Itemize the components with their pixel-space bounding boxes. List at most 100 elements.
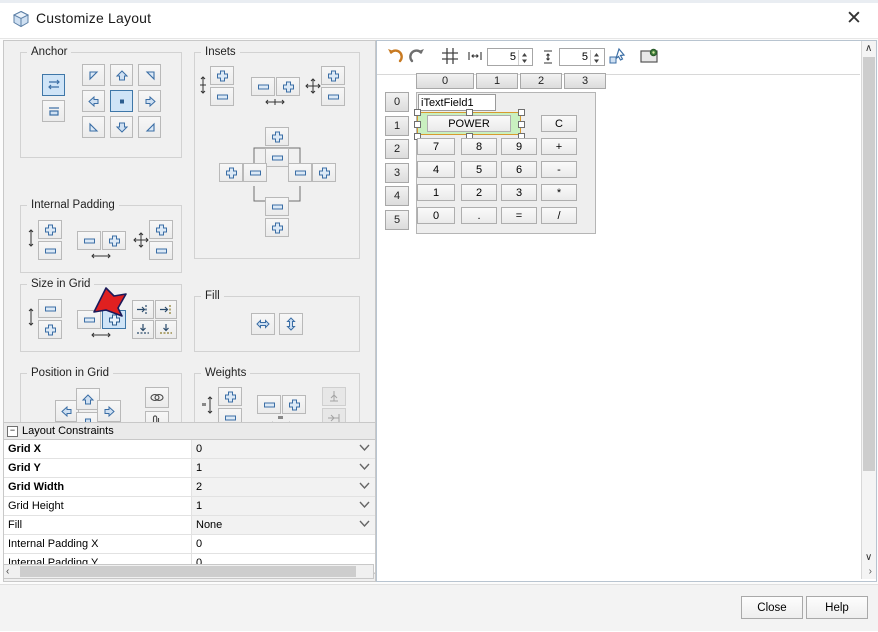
spinner-arrows[interactable]	[590, 50, 602, 65]
undo-button[interactable]	[385, 46, 405, 69]
size-height-increase-button[interactable]	[38, 320, 62, 339]
resize-handle-nw[interactable]	[414, 109, 421, 116]
ipad-y-decrease-button[interactable]	[38, 241, 62, 260]
calculator-button[interactable]: -	[541, 161, 577, 178]
calculator-button[interactable]: /	[541, 207, 577, 224]
canvas-vertical-scrollbar[interactable]: ∧ ∨	[861, 41, 876, 579]
vertical-gap-spinner[interactable]: 5	[559, 48, 605, 66]
select-mode-button[interactable]	[607, 46, 627, 69]
chevron-down-icon[interactable]	[359, 482, 370, 490]
constraint-row[interactable]: Fill None	[4, 516, 375, 535]
grid-column-header[interactable]: 2	[520, 73, 562, 89]
calculator-button[interactable]: 5	[461, 161, 497, 178]
constraint-row[interactable]: Grid X 0	[4, 440, 375, 459]
anchor-southwest-button[interactable]	[82, 116, 105, 138]
insets-vertical-decrease-button[interactable]	[210, 87, 234, 106]
anchor-south-button[interactable]	[110, 116, 133, 138]
chevron-down-icon[interactable]	[359, 444, 370, 452]
toggle-grid-button[interactable]	[440, 46, 460, 69]
preview-button[interactable]	[639, 46, 659, 69]
scroll-thumb[interactable]	[20, 566, 356, 577]
constraint-row[interactable]: Grid Y 1	[4, 459, 375, 478]
anchor-west-button[interactable]	[82, 90, 105, 112]
insets-vertical-increase-button[interactable]	[210, 66, 234, 85]
calculator-button[interactable]: =	[501, 207, 537, 224]
grid-column-header[interactable]: 3	[564, 73, 606, 89]
resize-handle-w[interactable]	[414, 121, 421, 128]
anchor-north-button[interactable]	[110, 64, 133, 86]
collapse-icon[interactable]: −	[7, 425, 18, 437]
ipad-both-decrease-button[interactable]	[149, 241, 173, 260]
chevron-down-icon[interactable]	[359, 463, 370, 471]
anchor-southeast-button[interactable]	[138, 116, 161, 138]
resize-handle-e[interactable]	[518, 121, 525, 128]
insets-left-increase-button[interactable]	[219, 163, 243, 182]
scroll-down-icon[interactable]: ∨	[865, 552, 872, 563]
anchor-northeast-button[interactable]	[138, 64, 161, 86]
insets-bottom-decrease-button[interactable]	[265, 197, 289, 216]
grid-row-header[interactable]: 2	[385, 139, 409, 159]
size-width-increase-button[interactable]	[102, 310, 126, 329]
calculator-button[interactable]: 4	[417, 161, 455, 178]
grid-row-header[interactable]: 1	[385, 115, 409, 136]
weight-y-increase-button[interactable]	[218, 387, 242, 406]
power-button[interactable]: POWER	[427, 115, 511, 132]
scroll-up-icon[interactable]: ∧	[865, 43, 872, 54]
calculator-button[interactable]: *	[541, 184, 577, 201]
ipad-x-decrease-button[interactable]	[77, 231, 101, 250]
constraint-value[interactable]: None	[192, 516, 375, 534]
calculator-button[interactable]: 3	[501, 184, 537, 201]
constraint-value[interactable]: 0	[192, 535, 375, 553]
position-link-button[interactable]	[145, 387, 169, 408]
position-right-button[interactable]	[97, 400, 121, 422]
insets-top-increase-button[interactable]	[265, 127, 289, 146]
scroll-thumb[interactable]	[863, 57, 875, 471]
grid-row-header[interactable]: 4	[385, 186, 409, 206]
anchor-northwest-button[interactable]	[82, 64, 105, 86]
ipad-x-increase-button[interactable]	[102, 231, 126, 250]
grid-column-header[interactable]: 1	[476, 73, 518, 89]
calculator-button[interactable]: 7	[417, 138, 455, 155]
ipad-both-increase-button[interactable]	[149, 220, 173, 239]
fill-horizontal-button[interactable]	[251, 313, 275, 335]
insets-horizontal-decrease-button[interactable]	[251, 77, 275, 96]
grid-row-header[interactable]: 5	[385, 209, 409, 230]
constraints-header[interactable]: − Layout Constraints	[4, 423, 375, 440]
insets-all-increase-button[interactable]	[321, 66, 345, 85]
left-horizontal-scrollbar[interactable]: ‹	[3, 564, 374, 579]
close-button[interactable]: Close	[741, 596, 803, 619]
insets-left-decrease-button[interactable]	[243, 163, 267, 182]
redo-button[interactable]	[407, 46, 427, 69]
calculator-button[interactable]: 2	[461, 184, 497, 201]
close-icon[interactable]: ✕	[840, 6, 868, 32]
calculator-button[interactable]: 6	[501, 161, 537, 178]
size-width-decrease-button[interactable]	[77, 310, 101, 329]
resize-handle-ne[interactable]	[518, 109, 525, 116]
calculator-button[interactable]: 0	[417, 207, 455, 224]
constraint-row[interactable]: Grid Height 1	[4, 497, 375, 516]
grid-column-header[interactable]: 0	[416, 73, 474, 89]
weight-x-decrease-button[interactable]	[257, 395, 281, 414]
size-remainder-horizontal-button[interactable]	[132, 300, 154, 319]
size-remainder-vertical-button[interactable]	[132, 320, 154, 339]
help-button[interactable]: Help	[806, 596, 868, 619]
insets-horizontal-increase-button[interactable]	[276, 77, 300, 96]
calculator-button[interactable]: +	[541, 138, 577, 155]
resize-handle-n[interactable]	[466, 109, 473, 116]
chevron-down-icon[interactable]	[359, 520, 370, 528]
chevron-down-icon[interactable]	[359, 501, 370, 509]
ipad-y-increase-button[interactable]	[38, 220, 62, 239]
size-remainder-horizontal-end-button[interactable]	[155, 300, 177, 319]
horizontal-gap-spinner[interactable]: 5	[487, 48, 533, 66]
calculator-button[interactable]: 9	[501, 138, 537, 155]
spinner-arrows[interactable]	[518, 50, 530, 65]
constraint-value[interactable]: 2	[192, 478, 375, 496]
constraint-row[interactable]: Grid Width 2	[4, 478, 375, 497]
calculator-button[interactable]: 1	[417, 184, 455, 201]
anchor-baseline-button[interactable]	[42, 100, 65, 122]
fill-vertical-button[interactable]	[279, 313, 303, 335]
anchor-fill-horizontal-button[interactable]	[42, 74, 65, 96]
anchor-east-button[interactable]	[138, 90, 161, 112]
size-remainder-vertical-end-button[interactable]	[155, 320, 177, 339]
weight-distribute-horizontal-button[interactable]	[322, 387, 346, 406]
